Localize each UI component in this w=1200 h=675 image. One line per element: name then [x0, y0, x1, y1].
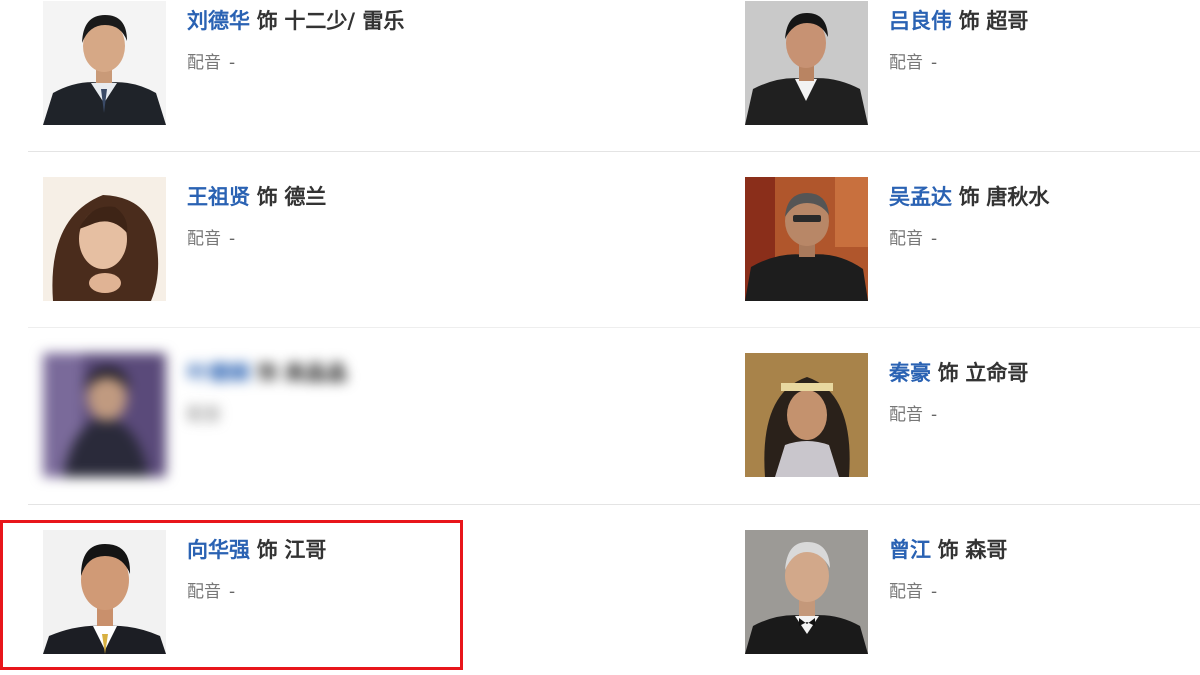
dubbing-value: -	[931, 582, 938, 602]
dubbing-label: 配音	[889, 229, 923, 249]
dubbing-label: 配音	[889, 405, 923, 425]
actor-portrait-image	[745, 530, 868, 654]
actor-photo[interactable]	[43, 530, 166, 654]
dubbing-label: 配音	[187, 582, 221, 602]
role-separator: 饰	[937, 538, 959, 562]
role-name: 唐秋水	[986, 185, 1050, 209]
role-name: 高晶晶	[284, 361, 348, 385]
dubbing-line: 配音 -	[187, 580, 235, 604]
dubbing-value: -	[229, 229, 236, 249]
role-name: 立命哥	[965, 361, 1029, 385]
actor-name-link[interactable]: 秦豪	[889, 361, 931, 385]
row-divider	[28, 327, 1200, 328]
role-name: 十二少/ 雷乐	[284, 9, 405, 33]
dubbing-label: 配音	[889, 582, 923, 602]
dubbing-label: 配音	[187, 229, 221, 249]
role-name: 德兰	[284, 185, 327, 209]
dubbing-line: 配音 -	[889, 580, 937, 604]
cast-item: 曾江 饰 森哥 配音 -	[745, 530, 1185, 658]
dubbing-label: 配音	[187, 405, 221, 425]
actor-portrait-image	[43, 177, 166, 301]
actor-portrait-image	[43, 353, 166, 477]
role-separator: 饰	[256, 361, 278, 385]
cast-item: 王祖贤 饰 德兰 配音 -	[43, 177, 483, 305]
dubbing-line: 配音 -	[889, 403, 937, 427]
actor-name-link[interactable]: 叶德娴	[187, 361, 250, 385]
dubbing-value: -	[229, 582, 236, 602]
role-separator: 饰	[256, 9, 278, 33]
cast-name-line: 吴孟达 饰 唐秋水	[889, 183, 1049, 211]
actor-photo[interactable]	[745, 1, 868, 125]
dubbing-value: -	[931, 53, 938, 73]
cast-name-line: 刘德华 饰 十二少/ 雷乐	[187, 7, 404, 35]
actor-photo[interactable]	[745, 353, 868, 477]
actor-portrait-image	[745, 177, 868, 301]
role-separator: 饰	[256, 185, 278, 209]
actor-name-link[interactable]: 王祖贤	[187, 185, 250, 209]
dubbing-line: 配音 -	[187, 227, 235, 251]
cast-name-line: 吕良伟 饰 超哥	[889, 7, 1028, 35]
role-separator: 饰	[958, 9, 980, 33]
role-separator: 饰	[937, 361, 959, 385]
dubbing-value: -	[229, 53, 236, 73]
dubbing-line: 配音 -	[889, 51, 937, 75]
cast-item: 吕良伟 饰 超哥 配音 -	[745, 1, 1185, 129]
actor-portrait-image	[745, 1, 868, 125]
actor-photo[interactable]	[43, 353, 166, 477]
role-name: 森哥	[965, 538, 1008, 562]
dubbing-value: -	[931, 229, 938, 249]
cast-item: 叶德娴 饰 高晶晶 配音	[43, 353, 483, 481]
actor-photo[interactable]	[43, 1, 166, 125]
actor-portrait-image	[745, 353, 868, 477]
role-separator: 饰	[256, 538, 278, 562]
cast-name-line: 曾江 饰 森哥	[889, 536, 1007, 564]
actor-photo[interactable]	[745, 177, 868, 301]
cast-name-line: 王祖贤 饰 德兰	[187, 183, 326, 211]
role-separator: 饰	[958, 185, 980, 209]
dubbing-value: -	[931, 405, 938, 425]
cast-name-line: 向华强 饰 江哥	[187, 536, 326, 564]
actor-name-link[interactable]: 刘德华	[187, 9, 250, 33]
actor-portrait-image	[43, 1, 166, 125]
actor-photo[interactable]	[43, 177, 166, 301]
cast-item: 吴孟达 饰 唐秋水 配音 -	[745, 177, 1185, 305]
actor-name-link[interactable]: 吕良伟	[889, 9, 952, 33]
cast-item: 秦豪 饰 立命哥 配音 -	[745, 353, 1185, 481]
actor-name-link[interactable]: 曾江	[889, 538, 931, 562]
cast-item: 刘德华 饰 十二少/ 雷乐 配音 -	[43, 1, 483, 129]
role-name: 江哥	[284, 538, 327, 562]
cast-name-line: 秦豪 饰 立命哥	[889, 359, 1028, 387]
row-divider	[28, 151, 1200, 152]
actor-name-link[interactable]: 向华强	[187, 538, 250, 562]
row-divider	[28, 504, 1200, 505]
dubbing-label: 配音	[187, 53, 221, 73]
actor-photo[interactable]	[745, 530, 868, 654]
role-name: 超哥	[986, 9, 1029, 33]
dubbing-line: 配音 -	[889, 227, 937, 251]
dubbing-line: 配音 -	[187, 51, 235, 75]
cast-name-line: 叶德娴 饰 高晶晶	[187, 359, 347, 387]
dubbing-label: 配音	[889, 53, 923, 73]
actor-name-link[interactable]: 吴孟达	[889, 185, 952, 209]
cast-item: 向华强 饰 江哥 配音 -	[43, 530, 483, 658]
dubbing-line: 配音	[187, 403, 221, 427]
actor-portrait-image	[43, 530, 166, 654]
